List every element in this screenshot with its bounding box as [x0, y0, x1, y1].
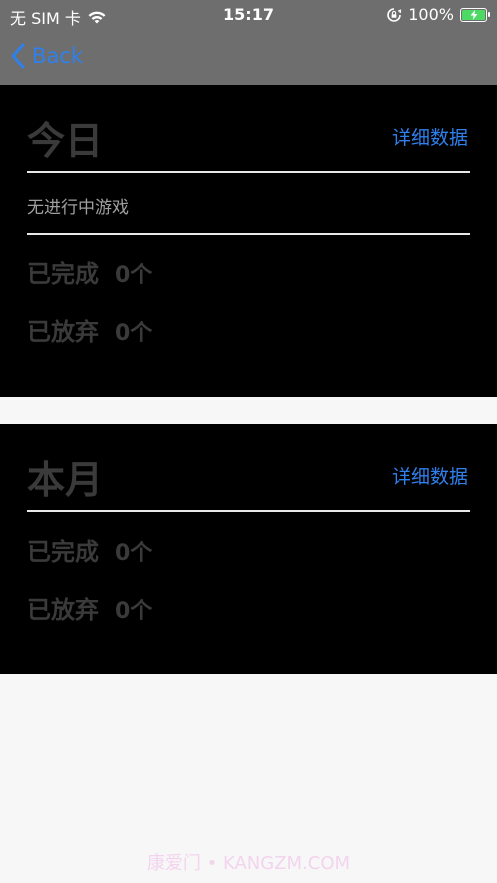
month-completed-value: 0个	[115, 541, 153, 566]
month-abandoned-label: 已放弃	[27, 596, 99, 624]
rotation-lock-icon	[387, 7, 402, 22]
today-empty-text: 无进行中游戏	[27, 198, 129, 218]
watermark: 康爱门 • KANGZM.COM	[146, 853, 351, 874]
today-completed-value: 0个	[115, 263, 153, 288]
month-abandoned-value: 0个	[115, 599, 153, 624]
month-completed-label: 已完成	[27, 538, 99, 566]
today-title: 今日	[27, 119, 104, 163]
today-divider-top	[27, 171, 470, 173]
battery-icon	[460, 7, 490, 22]
month-completed-row: 已完成 0个	[27, 532, 152, 567]
charging-bolt-icon	[470, 9, 477, 20]
today-divider-bottom	[27, 233, 470, 235]
today-abandoned-row: 已放弃 0个	[27, 312, 152, 347]
back-button[interactable]: Back	[10, 40, 83, 72]
month-card: 本月 详细数据 已完成 0个 已放弃 0个	[0, 424, 497, 674]
today-abandoned-label: 已放弃	[27, 318, 99, 346]
battery-percent: 100%	[408, 5, 454, 24]
month-detail-link[interactable]: 详细数据	[392, 462, 468, 489]
today-completed-label: 已完成	[27, 260, 99, 288]
today-detail-link[interactable]: 详细数据	[392, 123, 468, 150]
navigation-bar: Back	[0, 30, 497, 85]
back-label: Back	[32, 44, 83, 68]
status-bar: 无 SIM 卡 15:17 100%	[0, 0, 497, 30]
month-abandoned-row: 已放弃 0个	[27, 590, 152, 625]
today-abandoned-value: 0个	[115, 321, 153, 346]
month-title: 本月	[27, 458, 104, 502]
month-divider	[27, 510, 470, 512]
status-right: 100%	[386, 5, 490, 24]
chevron-left-icon	[11, 43, 25, 69]
today-card: 今日 详细数据 无进行中游戏 已完成 0个 已放弃 0个	[0, 85, 497, 397]
today-completed-row: 已完成 0个	[27, 254, 152, 289]
